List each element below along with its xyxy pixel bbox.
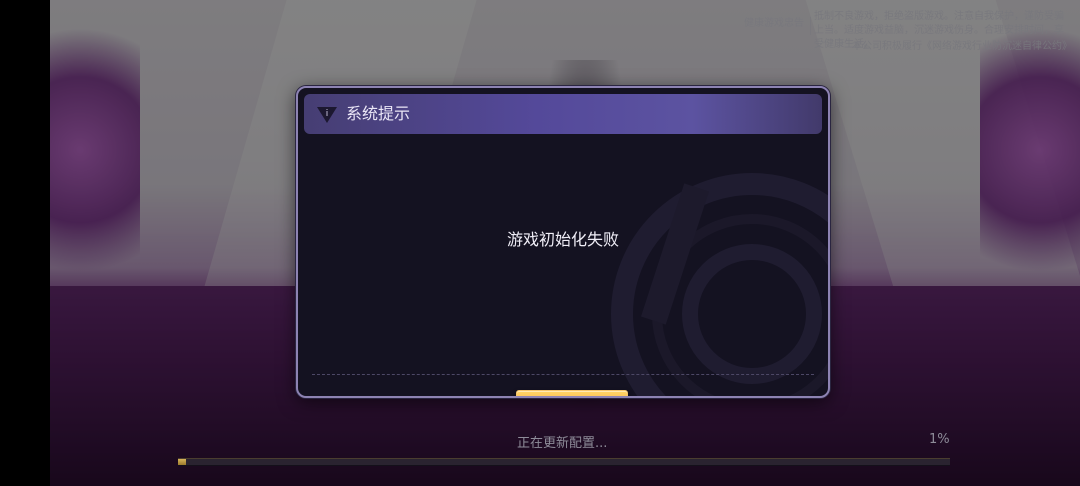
dialog-message: 游戏初始化失败 bbox=[506, 230, 619, 249]
info-icon: i bbox=[316, 106, 338, 124]
confirm-button[interactable]: 确定 bbox=[516, 390, 628, 396]
dialog-divider bbox=[312, 374, 814, 375]
progress-fill bbox=[178, 459, 186, 465]
dialog-title: 系统提示 bbox=[346, 104, 411, 123]
decorative-ring-graphic bbox=[611, 173, 828, 396]
health-notice-label: 健康游戏忠告 bbox=[734, 17, 811, 35]
loading-status: 正在更新配置... bbox=[517, 436, 608, 451]
dialog-body: 游戏初始化失败 确定 bbox=[304, 134, 828, 396]
svg-text:i: i bbox=[326, 109, 329, 119]
dialog-header: i 系统提示 bbox=[304, 94, 822, 134]
progress-bar bbox=[178, 458, 950, 466]
system-dialog: i 系统提示 游戏初始化失败 确定 bbox=[296, 86, 830, 398]
progress-percent: 1% bbox=[929, 432, 950, 447]
health-notice-footer: 本公司积极履行《网络游戏行业防沉迷自律公约》 bbox=[852, 41, 1072, 52]
